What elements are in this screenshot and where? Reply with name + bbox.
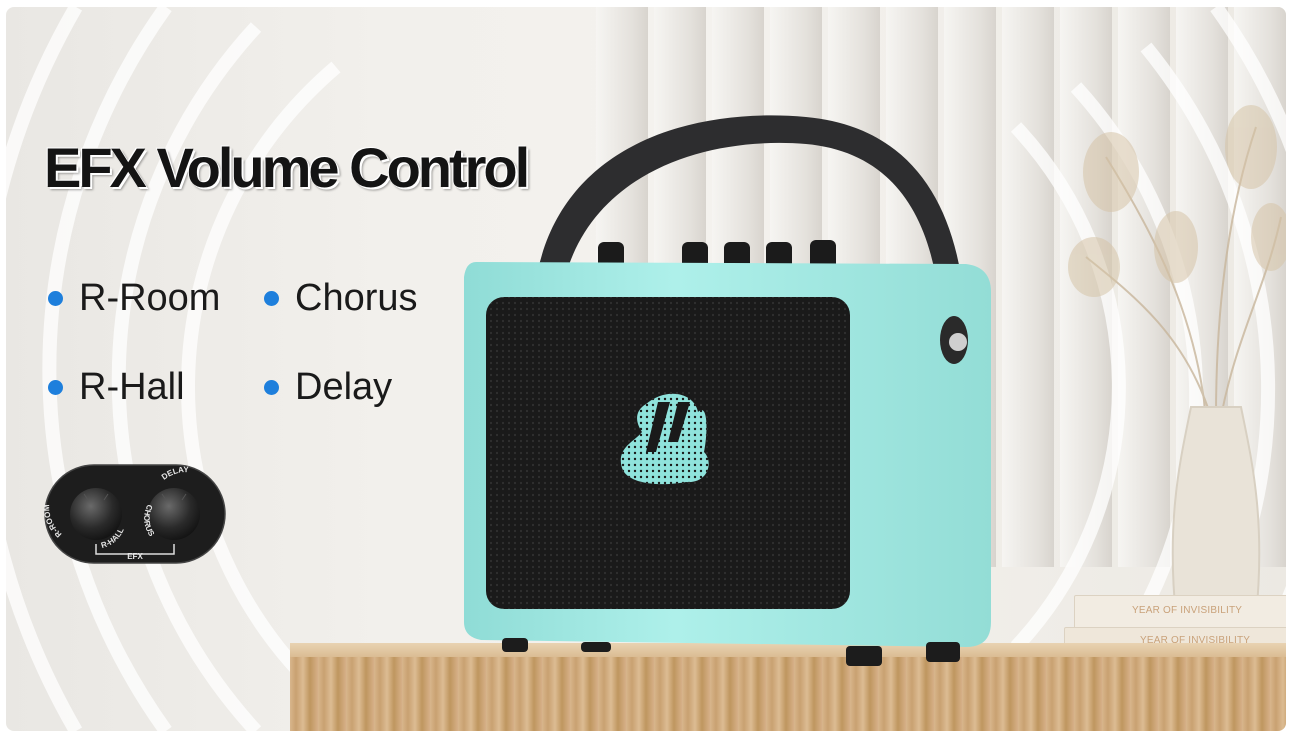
feature-item-chorus: Chorus <box>264 277 418 320</box>
bullet-dot-icon <box>48 291 63 306</box>
knob-label-efx: EFX <box>127 552 143 561</box>
bullet-dot-icon <box>264 291 279 306</box>
knob-right <box>148 488 200 540</box>
bullet-dot-icon <box>264 380 279 395</box>
feature-label: Chorus <box>295 277 418 319</box>
feature-label: R-Room <box>79 277 221 319</box>
book-title-top: YEAR OF INVISIBILITY <box>1132 605 1243 616</box>
efx-knob-panel: R-ROOM R-HALL CHORUS DELAY EFX <box>44 464 226 564</box>
feature-item-r-room: R-Room <box>48 277 220 320</box>
bullet-dot-icon <box>48 380 63 395</box>
feature-item-r-hall: R-Hall <box>48 366 185 409</box>
feature-label: R-Hall <box>79 366 185 408</box>
knob-left <box>70 488 122 540</box>
feature-label: Delay <box>295 366 393 408</box>
vase-with-pampas <box>1068 105 1286 617</box>
guitar-amplifier <box>464 115 991 666</box>
feature-item-delay: Delay <box>264 366 392 409</box>
product-image: YEAR OF INVISIBILITY YEAR OF INVISIBILIT… <box>6 7 1286 731</box>
